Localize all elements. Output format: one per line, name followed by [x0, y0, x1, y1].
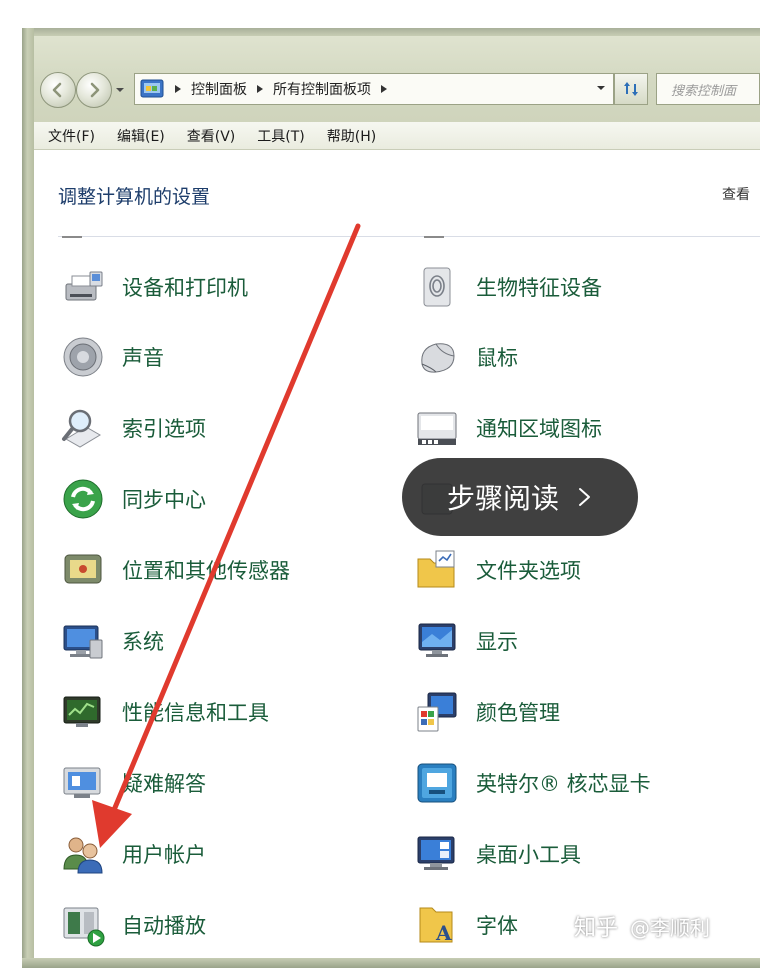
- color-management-icon: [414, 689, 460, 735]
- taskbar-icon: [414, 405, 460, 451]
- item-troubleshooting[interactable]: 疑难解答: [60, 760, 206, 806]
- item-system[interactable]: 系统: [60, 618, 164, 664]
- item-label: 疑难解答: [122, 772, 206, 796]
- item-label: 性能信息和工具: [122, 701, 269, 725]
- system-icon: [60, 618, 106, 664]
- item-label: 位置和其他传感器: [122, 559, 290, 583]
- item-label: 索引选项: [122, 417, 206, 441]
- item-label: 显示: [476, 630, 518, 654]
- printer-icon: [60, 264, 106, 310]
- item-sound[interactable]: 声音: [60, 334, 164, 380]
- item-label: 通知区域图标: [476, 417, 602, 441]
- menu-file[interactable]: 文件(F): [48, 126, 95, 146]
- step-reading-button[interactable]: 步骤阅读: [402, 458, 638, 536]
- forward-button[interactable]: [76, 72, 112, 108]
- header-divider: [58, 236, 760, 237]
- item-label: 文件夹选项: [476, 559, 581, 583]
- back-arrow-icon: [52, 82, 62, 98]
- breadcrumb-separator-icon[interactable]: [171, 83, 185, 95]
- sync-icon: [60, 476, 106, 522]
- content-pane: 调整计算机的设置 查看 设备和打印机 声音 索引选项 同步中心 位置和其他传感器…: [34, 150, 760, 958]
- svg-text:A: A: [435, 921, 452, 945]
- refresh-icon: [624, 82, 638, 96]
- control-panel-icon: [140, 79, 164, 98]
- address-dropdown-icon[interactable]: [595, 82, 607, 94]
- fingerprint-icon: [414, 264, 460, 310]
- window-frame-top: [22, 28, 760, 36]
- item-mouse[interactable]: 鼠标: [414, 334, 518, 380]
- magnifier-icon: [60, 405, 106, 451]
- item-color-management[interactable]: 颜色管理: [414, 689, 560, 735]
- scroll-hint-right: [424, 236, 444, 238]
- refresh-button[interactable]: [614, 73, 648, 105]
- window-frame-left: [22, 28, 34, 968]
- item-performance[interactable]: 性能信息和工具: [60, 689, 269, 735]
- monitor-icon: [414, 618, 460, 664]
- speaker-icon: [60, 334, 106, 380]
- breadcrumb-all-items[interactable]: 所有控制面板项: [273, 79, 371, 99]
- chevron-right-icon: [579, 488, 590, 506]
- item-autoplay[interactable]: 自动播放: [60, 902, 206, 948]
- item-desktop-gadgets[interactable]: 桌面小工具: [414, 831, 581, 877]
- watermark: 知乎 @李顺利: [574, 910, 710, 942]
- item-indexing-options[interactable]: 索引选项: [60, 405, 206, 451]
- item-label: 生物特征设备: [476, 276, 602, 300]
- watermark-brand: 知乎: [574, 916, 619, 941]
- item-label: 同步中心: [122, 488, 206, 512]
- item-devices-printers[interactable]: 设备和打印机: [60, 264, 248, 310]
- gadgets-icon: [414, 831, 460, 877]
- item-label: 声音: [122, 346, 164, 370]
- item-label: 设备和打印机: [122, 276, 248, 300]
- control-panel-window: 控制面板 所有控制面板项 搜索控制面 文件(F) 编辑(E) 查看(V) 工具(…: [0, 0, 760, 968]
- item-label: 自动播放: [122, 914, 206, 938]
- performance-icon: [60, 689, 106, 735]
- item-label: 颜色管理: [476, 701, 560, 725]
- menu-help[interactable]: 帮助(H): [327, 126, 376, 146]
- breadcrumb-control-panel[interactable]: 控制面板: [191, 79, 247, 99]
- item-user-accounts[interactable]: 用户帐户: [60, 831, 206, 877]
- menu-view[interactable]: 查看(V): [187, 126, 236, 146]
- autoplay-icon: [60, 902, 106, 948]
- item-label: 英特尔® 核芯显卡: [476, 772, 651, 796]
- item-label: 用户帐户: [122, 843, 206, 867]
- recent-pages-chevron-icon[interactable]: [114, 84, 126, 96]
- page-title: 调整计算机的设置: [58, 186, 211, 208]
- window-frame-bottom: [22, 958, 760, 968]
- item-label: 系统: [122, 630, 164, 654]
- item-biometric-devices[interactable]: 生物特征设备: [414, 264, 602, 310]
- mouse-icon: [414, 334, 460, 380]
- menu-tools[interactable]: 工具(T): [257, 126, 304, 146]
- users-icon: [60, 831, 106, 877]
- item-location-sensors[interactable]: 位置和其他传感器: [60, 547, 290, 593]
- address-bar[interactable]: 控制面板 所有控制面板项: [134, 73, 614, 105]
- search-placeholder: 搜索控制面: [671, 83, 737, 99]
- item-sync-center[interactable]: 同步中心: [60, 476, 206, 522]
- watermark-user: @李顺利: [630, 915, 711, 940]
- item-label: 字体: [476, 914, 518, 938]
- item-intel-graphics[interactable]: 英特尔® 核芯显卡: [414, 760, 651, 806]
- item-folder-options[interactable]: 文件夹选项: [414, 547, 581, 593]
- item-display[interactable]: 显示: [414, 618, 518, 664]
- breadcrumb-separator-icon[interactable]: [253, 83, 267, 95]
- step-reading-label: 步骤阅读: [446, 482, 559, 515]
- breadcrumb-separator-icon[interactable]: [377, 83, 391, 95]
- folder-options-icon: [414, 547, 460, 593]
- menu-edit[interactable]: 编辑(E): [117, 126, 165, 146]
- sensor-icon: [60, 547, 106, 593]
- search-input[interactable]: 搜索控制面: [656, 73, 760, 105]
- troubleshoot-icon: [60, 760, 106, 806]
- menu-bar: 文件(F) 编辑(E) 查看(V) 工具(T) 帮助(H): [34, 122, 760, 150]
- item-notification-icons[interactable]: 通知区域图标: [414, 405, 602, 451]
- forward-arrow-icon: [90, 82, 100, 98]
- item-label: 桌面小工具: [476, 843, 581, 867]
- fonts-icon: A: [414, 902, 460, 948]
- intel-graphics-icon: [414, 760, 460, 806]
- item-fonts[interactable]: A 字体: [414, 902, 518, 948]
- item-label: 鼠标: [476, 346, 518, 370]
- view-by-link[interactable]: 查看: [722, 184, 750, 204]
- scroll-hint-left: [62, 236, 82, 238]
- back-button[interactable]: [40, 72, 76, 108]
